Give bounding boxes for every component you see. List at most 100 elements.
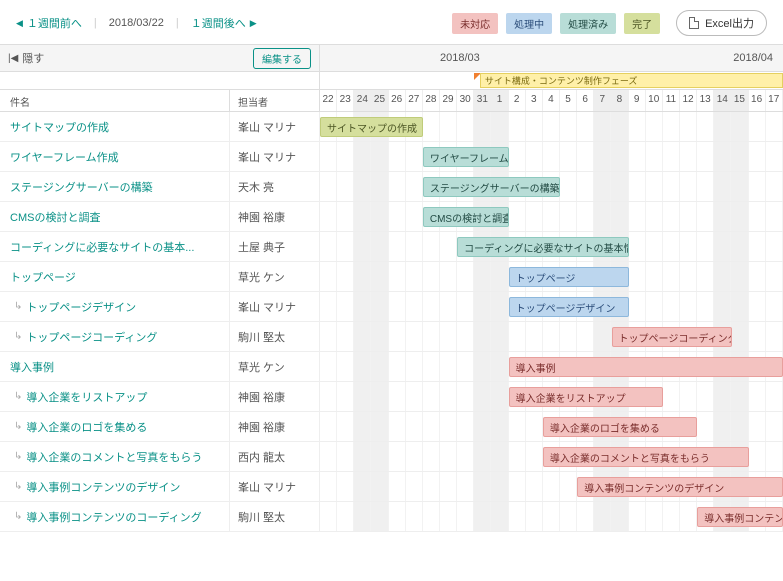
task-name-label: CMSの検討と調査 (10, 209, 100, 225)
task-gantt-area: ステージングサーバーの構築 (320, 172, 783, 201)
gantt-header: |◀隠す 編集する 2018/03 2018/04 (0, 44, 783, 72)
day-header-cell: 15 (731, 90, 748, 111)
task-gantt-area: 導入事例 (320, 352, 783, 381)
day-header-cell: 6 (577, 90, 594, 111)
task-name-link[interactable]: ↳トップページコーディング (0, 322, 230, 351)
task-name-link[interactable]: 導入事例 (0, 352, 230, 381)
task-row: コーディングに必要なサイトの基本...土屋 典子コーディングに必要なサイトの基本… (0, 232, 783, 262)
indent-icon: ↳ (14, 391, 22, 402)
task-name-link[interactable]: コーディングに必要なサイトの基本... (0, 232, 230, 261)
task-gantt-area: 導入事例コンテンツのデザイン (320, 472, 783, 501)
gantt-bar[interactable]: コーディングに必要なサイトの基本情報 (457, 237, 628, 257)
task-name-label: トップページ (10, 269, 76, 285)
gantt-bar[interactable]: トップページ (509, 267, 629, 287)
task-row: ↳導入企業のコメントと写真をもらう西内 龍太導入企業のコメントと写真をもらう (0, 442, 783, 472)
day-header-cell: 25 (371, 90, 388, 111)
phase-bar[interactable]: サイト構成・コンテンツ制作フェーズ (480, 73, 783, 88)
day-header-cell: 12 (680, 90, 697, 111)
task-gantt-area: トップページデザイン (320, 292, 783, 321)
task-list: サイトマップの作成峯山 マリナサイトマップの作成ワイヤーフレーム作成峯山 マリナ… (0, 112, 783, 532)
task-row: サイトマップの作成峯山 マリナサイトマップの作成 (0, 112, 783, 142)
task-row: ↳導入事例コンテンツのコーディング駒川 堅太 導入事例コンテンツ (0, 502, 783, 532)
task-gantt-area: コーディングに必要なサイトの基本情報 (320, 232, 783, 261)
task-assignee: 神園 裕康 (230, 382, 320, 411)
day-header-cell: 1 (491, 90, 508, 111)
day-header-cell: 14 (714, 90, 731, 111)
gantt-bar[interactable]: ワイヤーフレーム作成 (423, 147, 509, 167)
task-name-link[interactable]: サイトマップの作成 (0, 112, 230, 141)
task-name-link[interactable]: ↳トップページデザイン (0, 292, 230, 321)
indent-icon: ↳ (14, 451, 22, 462)
task-assignee: 草光 ケン (230, 352, 320, 381)
next-week-link[interactable]: １週間後へ▶ (191, 15, 257, 31)
day-header-cell: 26 (389, 90, 406, 111)
gantt-bar[interactable]: サイトマップの作成 (320, 117, 423, 137)
gantt-bar[interactable]: トップページデザイン (509, 297, 629, 317)
day-header-cell: 5 (560, 90, 577, 111)
task-name-link[interactable]: ↳ 導入企業のコメントと写真をもらう (0, 442, 230, 471)
task-assignee: 峯山 マリナ (230, 292, 320, 321)
edit-button[interactable]: 編集する (253, 48, 311, 69)
month-label-2: 2018/04 (733, 52, 773, 64)
gantt-bar[interactable]: 導入企業のロゴを集める (543, 417, 697, 437)
task-name-label: コーディングに必要なサイトの基本... (10, 239, 194, 255)
day-header-cell: 23 (337, 90, 354, 111)
task-assignee: 神園 裕康 (230, 202, 320, 231)
prev-week-link[interactable]: ◀１週間前へ (16, 15, 82, 31)
legend-unhandled: 未対応 (452, 13, 498, 34)
task-assignee: 峯山 マリナ (230, 142, 320, 171)
indent-icon: ↳ (14, 511, 22, 522)
gantt-bar[interactable]: 導入事例 (509, 357, 783, 377)
gantt-bar[interactable]: 導入企業をリストアップ (509, 387, 663, 407)
gantt-bar[interactable]: ステージングサーバーの構築 (423, 177, 560, 197)
task-name-label: 導入企業のコメントと写真をもらう (26, 449, 202, 465)
day-header-cell: 27 (406, 90, 423, 111)
day-header-cell: 28 (423, 90, 440, 111)
gantt-bar[interactable]: CMSの検討と調査 (423, 207, 509, 227)
task-gantt-area: トップページコーディング (320, 322, 783, 351)
indent-icon: ↳ (14, 421, 22, 432)
task-row: ↳導入事例コンテンツのデザイン峯山 マリナ 導入事例コンテンツのデザイン (0, 472, 783, 502)
day-header-cell: 13 (697, 90, 714, 111)
day-header-cell: 2 (509, 90, 526, 111)
task-name-link[interactable]: ワイヤーフレーム作成 (0, 142, 230, 171)
gantt-bar[interactable]: 導入事例コンテンツ (697, 507, 783, 527)
task-row: ↳導入企業のロゴを集める神園 裕康 導入企業のロゴを集める (0, 412, 783, 442)
task-assignee: 峯山 マリナ (230, 472, 320, 501)
task-gantt-area: 導入事例コンテンツ (320, 502, 783, 531)
task-name-link[interactable]: ステージングサーバーの構築 (0, 172, 230, 201)
task-row: ↳トップページデザイン峯山 マリナ トップページデザイン (0, 292, 783, 322)
task-assignee: 神園 裕康 (230, 412, 320, 441)
task-gantt-area: 導入企業のロゴを集める (320, 412, 783, 441)
task-name-link[interactable]: トップページ (0, 262, 230, 291)
task-assignee: 天木 亮 (230, 172, 320, 201)
triangle-right-icon: ▶ (250, 18, 257, 29)
day-header-cell: 10 (646, 90, 663, 111)
task-name-link[interactable]: ↳導入事例コンテンツのコーディング (0, 502, 230, 531)
task-assignee: 駒川 堅太 (230, 502, 320, 531)
hide-sidebar-button[interactable]: |◀隠す (8, 50, 44, 66)
days-header: 2223242526272829303112345678910111213141… (320, 90, 783, 111)
task-row: 導入事例 草光 ケン 導入事例 (0, 352, 783, 382)
excel-export-button[interactable]: Excel出力 (676, 10, 767, 36)
col-name-header: 件名 (0, 90, 230, 111)
task-name-link[interactable]: ↳ 導入企業をリストアップ (0, 382, 230, 411)
day-header-cell: 30 (457, 90, 474, 111)
task-name-label: 導入事例 (10, 359, 54, 375)
task-gantt-area: 導入企業をリストアップ (320, 382, 783, 411)
task-name-link[interactable]: CMSの検討と調査 (0, 202, 230, 231)
legend-processing: 処理中 (506, 13, 552, 34)
task-name-label: ワイヤーフレーム作成 (10, 149, 119, 165)
day-header-cell: 17 (766, 90, 783, 111)
gantt-bar[interactable]: 導入企業のコメントと写真をもらう (543, 447, 749, 467)
task-name-link[interactable]: ↳導入企業のロゴを集める (0, 412, 230, 441)
gantt-bar[interactable]: 導入事例コンテンツのデザイン (577, 477, 783, 497)
month-label-1: 2018/03 (440, 52, 480, 64)
task-row: ワイヤーフレーム作成 峯山 マリナ ワイヤーフレーム作成 (0, 142, 783, 172)
task-name-label: 導入企業をリストアップ (26, 389, 147, 405)
gantt-bar[interactable]: トップページコーディング (612, 327, 732, 347)
task-name-link[interactable]: ↳導入事例コンテンツのデザイン (0, 472, 230, 501)
task-name-label: 導入事例コンテンツのデザイン (26, 479, 180, 495)
phase-row: サイト構成・コンテンツ制作フェーズ (0, 72, 783, 90)
day-header-cell: 3 (526, 90, 543, 111)
